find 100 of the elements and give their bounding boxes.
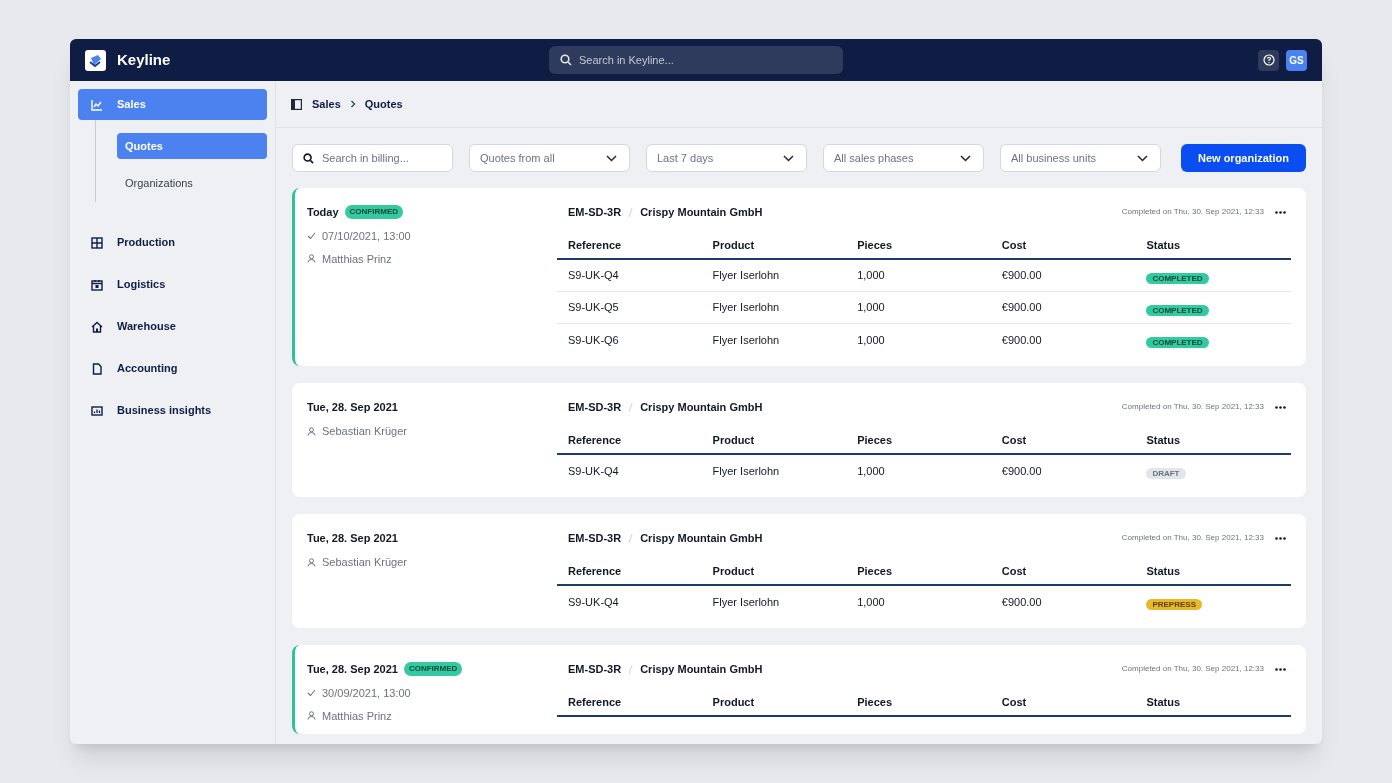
confirmation-time: 07/10/2021, 13:00 bbox=[322, 229, 411, 244]
search-field[interactable]: Search in billing... bbox=[292, 144, 453, 172]
check-icon bbox=[307, 232, 316, 241]
person-name: Sebastian Krüger bbox=[322, 555, 407, 570]
chevron-down-icon bbox=[1137, 154, 1148, 162]
table-cell-text: Flyer Iserlohn bbox=[712, 268, 781, 284]
person-name: Matthias Prinz bbox=[322, 708, 392, 724]
person-name: Matthias Prinz bbox=[322, 251, 392, 267]
quote-date: Tue, 28. Sep 2021 bbox=[307, 661, 398, 677]
table-cell-text: €900.00 bbox=[1001, 268, 1043, 284]
status-badge: COMPLETED bbox=[1146, 272, 1209, 284]
quote-date: Today bbox=[307, 204, 339, 220]
quote-date: Tue, 28. Sep 2021 bbox=[307, 399, 398, 415]
person-icon bbox=[307, 557, 316, 567]
person-icon bbox=[307, 254, 316, 264]
table-cell-text: 1,000 bbox=[857, 268, 886, 284]
column-header: Cost bbox=[1001, 564, 1028, 579]
column-header: Pieces bbox=[857, 695, 894, 710]
column-header: Status bbox=[1146, 695, 1181, 710]
completion-date: Completed on Thu, 30. Sep 2021, 12:33 bbox=[1121, 663, 1264, 675]
table-cell-text: S9-UK-Q6 bbox=[568, 332, 620, 348]
table-cell-text: €900.00 bbox=[1001, 594, 1043, 610]
completion-date: Completed on Thu, 30. Sep 2021, 12:33 bbox=[1121, 401, 1264, 413]
person-name: Sebastian Krüger bbox=[322, 424, 407, 439]
filter-dropdown[interactable]: All sales phases bbox=[823, 144, 984, 172]
status-badge: CONFIRMED bbox=[403, 662, 463, 676]
filter-dropdown[interactable]: Quotes from all bbox=[469, 144, 630, 172]
user-avatar[interactable]: GS bbox=[1286, 49, 1307, 71]
table-cell-text: €900.00 bbox=[1001, 463, 1043, 479]
table-cell-text: Flyer Iserlohn bbox=[712, 332, 781, 348]
confirmation-time: 30/09/2021, 13:00 bbox=[322, 686, 411, 701]
search-icon bbox=[560, 54, 572, 66]
app-name: Keyline bbox=[117, 49, 171, 70]
nav-subitem[interactable]: Quotes bbox=[117, 133, 267, 159]
house-icon bbox=[91, 320, 103, 333]
table-cell-text: €900.00 bbox=[1001, 300, 1043, 316]
quote-code: EM-SD-3R bbox=[568, 661, 622, 677]
nav-item[interactable]: Business insights bbox=[78, 395, 267, 426]
quote-code: EM-SD-3R bbox=[568, 530, 622, 546]
search-icon bbox=[303, 153, 314, 164]
more-icon bbox=[1275, 210, 1286, 214]
quote-code: EM-SD-3R bbox=[568, 204, 622, 220]
completion-date: Completed on Thu, 30. Sep 2021, 12:33 bbox=[1121, 532, 1264, 544]
status-badge: DRAFT bbox=[1146, 468, 1186, 479]
column-header: Status bbox=[1146, 433, 1181, 448]
new-organization-button[interactable]: New organization bbox=[1181, 144, 1306, 172]
column-header: Cost bbox=[1001, 238, 1028, 253]
report-icon bbox=[91, 404, 103, 417]
column-header: Reference bbox=[568, 564, 623, 579]
help-button[interactable] bbox=[1258, 49, 1279, 71]
nav-item[interactable]: Accounting bbox=[78, 353, 267, 384]
column-header: Cost bbox=[1001, 695, 1028, 710]
table-cell-text: Flyer Iserlohn bbox=[712, 463, 781, 479]
column-header: Reference bbox=[568, 238, 623, 253]
column-header: Pieces bbox=[857, 238, 894, 253]
logo-icon bbox=[85, 49, 106, 71]
column-header: Pieces bbox=[857, 433, 894, 448]
quote-code: EM-SD-3R bbox=[568, 399, 622, 415]
person-icon bbox=[307, 711, 316, 721]
nav-item[interactable]: Logistics bbox=[78, 269, 267, 300]
column-header: Cost bbox=[1001, 433, 1028, 448]
breadcrumb-link[interactable]: Quotes bbox=[364, 95, 403, 113]
chevron-icon bbox=[349, 100, 356, 108]
status-badge: COMPLETED bbox=[1146, 304, 1209, 316]
filter-dropdown[interactable]: Last 7 days bbox=[646, 144, 807, 172]
filter-dropdown[interactable]: All business units bbox=[1000, 144, 1161, 172]
calendar-icon bbox=[91, 278, 103, 291]
customer-name: Crispy Mountain GmbH bbox=[640, 204, 763, 220]
sidebar-toggle-icon[interactable] bbox=[291, 98, 302, 110]
customer-name: Crispy Mountain GmbH bbox=[640, 399, 763, 415]
quote-date: Tue, 28. Sep 2021 bbox=[307, 530, 398, 546]
table-cell-text: S9-UK-Q5 bbox=[568, 300, 620, 316]
table-cell-text: 1,000 bbox=[857, 463, 886, 479]
more-icon bbox=[1275, 536, 1286, 540]
column-header: Status bbox=[1146, 238, 1181, 253]
customer-name: Crispy Mountain GmbH bbox=[640, 661, 763, 677]
more-icon bbox=[1275, 667, 1286, 671]
column-header: Reference bbox=[568, 433, 623, 448]
breadcrumb-link[interactable]: Sales bbox=[312, 95, 341, 113]
table-cell-text: Flyer Iserlohn bbox=[712, 594, 781, 610]
chevron-down-icon bbox=[783, 154, 794, 162]
search-field[interactable]: Search in Keyline... bbox=[549, 46, 843, 74]
document-icon bbox=[91, 362, 103, 375]
nav-item[interactable]: Sales bbox=[78, 89, 267, 120]
nav-item[interactable]: Production bbox=[78, 227, 267, 258]
person-icon bbox=[307, 426, 316, 436]
nav-subitem[interactable]: Organizations bbox=[117, 170, 267, 196]
table-cell-text: 1,000 bbox=[857, 300, 886, 316]
more-icon bbox=[1275, 405, 1286, 409]
table-cell-text: Flyer Iserlohn bbox=[712, 300, 781, 316]
nav-item[interactable]: Warehouse bbox=[78, 311, 267, 342]
column-header: Product bbox=[712, 433, 756, 448]
table-cell-text: 1,000 bbox=[857, 594, 886, 610]
table-cell-text: S9-UK-Q4 bbox=[568, 594, 620, 610]
column-header: Product bbox=[712, 695, 756, 710]
table-cell-text: €900.00 bbox=[1001, 332, 1043, 348]
status-badge: COMPLETED bbox=[1146, 337, 1209, 348]
column-header: Product bbox=[712, 564, 756, 579]
check-icon bbox=[307, 689, 316, 698]
table-cell-text: S9-UK-Q4 bbox=[568, 268, 620, 284]
